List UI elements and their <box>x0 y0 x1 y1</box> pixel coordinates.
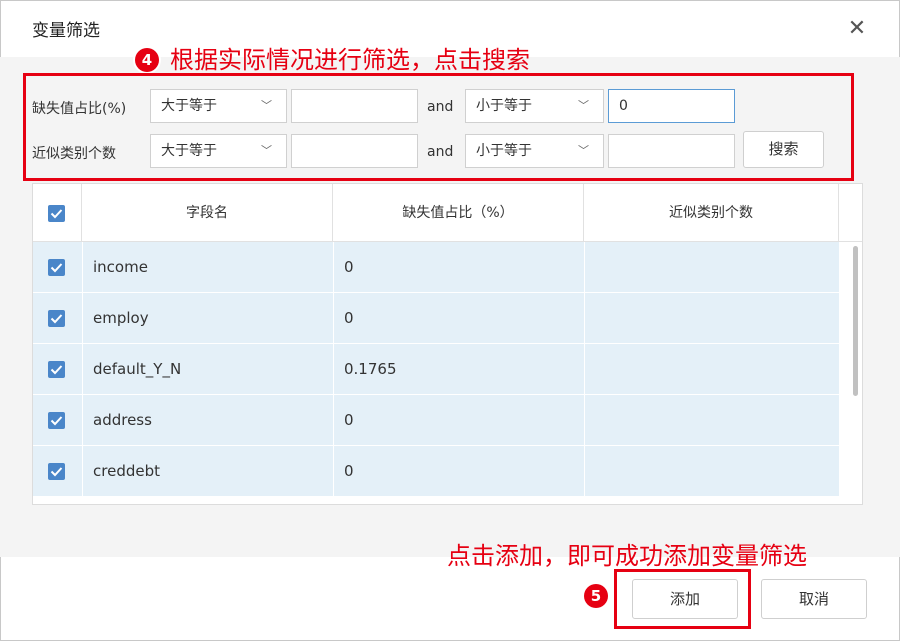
select-all-checkbox[interactable] <box>48 205 65 222</box>
close-icon[interactable]: ✕ <box>846 18 868 40</box>
field-name-cell: employ <box>93 293 149 343</box>
missing-ratio-cell: 0 <box>344 242 354 292</box>
table-scrollbar-thumb[interactable] <box>853 246 858 396</box>
checkmark-icon <box>50 415 63 426</box>
cancel-button[interactable]: 取消 <box>761 579 867 619</box>
table-row[interactable]: address 0 <box>33 395 839 446</box>
checkmark-icon <box>50 364 63 375</box>
table-row[interactable]: employ 0 <box>33 293 839 344</box>
annotation-step4-text: 根据实际情况进行筛选，点击搜索 <box>170 40 530 75</box>
missing-ratio-cell: 0 <box>344 446 354 496</box>
field-name-cell: income <box>93 242 148 292</box>
column-divider <box>333 242 334 505</box>
missing-ratio-cell: 0.1765 <box>344 344 397 394</box>
table-header-field-name[interactable]: 字段名 <box>82 184 333 242</box>
column-divider <box>82 242 83 505</box>
annotation-step4-highlight <box>23 73 854 181</box>
annotation-step5-badge: 5 <box>584 584 608 608</box>
row-checkbox[interactable] <box>48 259 65 276</box>
annotation-step5-text: 点击添加，即可成功添加变量筛选 <box>447 536 807 571</box>
field-name-cell: address <box>93 395 152 445</box>
table-header-approx-categories[interactable]: 近似类别个数 <box>584 184 839 242</box>
row-checkbox[interactable] <box>48 310 65 327</box>
field-name-cell: creddebt <box>93 446 160 496</box>
table-row[interactable]: income 0 <box>33 242 839 293</box>
table-scrollbar-track[interactable] <box>839 242 863 504</box>
checkmark-icon <box>50 313 63 324</box>
annotation-step5-highlight <box>614 569 751 629</box>
missing-ratio-cell: 0 <box>344 395 354 445</box>
field-name-cell: default_Y_N <box>93 344 181 394</box>
table-row[interactable]: default_Y_N 0.1765 <box>33 344 839 395</box>
table-row[interactable]: creddebt 0 <box>33 446 839 497</box>
checkmark-icon <box>50 466 63 477</box>
table-header-scroll-spacer <box>839 184 863 242</box>
annotation-step4-badge: 4 <box>135 48 159 72</box>
row-checkbox[interactable] <box>48 463 65 480</box>
variable-table: 字段名 缺失值占比（%） 近似类别个数 income 0 employ 0 de… <box>32 183 863 505</box>
dialog-title: 变量筛选 <box>32 16 100 41</box>
column-divider <box>584 242 585 505</box>
missing-ratio-cell: 0 <box>344 293 354 343</box>
row-checkbox[interactable] <box>48 412 65 429</box>
table-header-select-all <box>33 184 82 242</box>
row-checkbox[interactable] <box>48 361 65 378</box>
checkmark-icon <box>50 208 63 219</box>
table-header-missing-ratio[interactable]: 缺失值占比（%） <box>333 184 584 242</box>
checkmark-icon <box>50 262 63 273</box>
